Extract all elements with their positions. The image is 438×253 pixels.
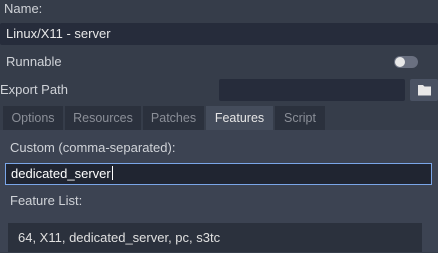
runnable-label: Runnable <box>6 54 62 69</box>
runnable-toggle[interactable] <box>394 56 418 68</box>
name-label: Name: <box>4 1 43 16</box>
tab-options[interactable]: Options <box>3 106 63 130</box>
export-path-label: Export Path <box>0 82 68 97</box>
custom-features-value: dedicated_server <box>11 166 111 181</box>
feature-list-label: Feature List: <box>10 193 83 208</box>
tab-resources[interactable]: Resources <box>65 106 141 130</box>
browse-button[interactable] <box>410 79 438 101</box>
tab-patches[interactable]: Patches <box>143 106 204 130</box>
tab-script[interactable]: Script <box>275 106 325 130</box>
folder-icon <box>418 85 431 96</box>
custom-features-label: Custom (comma-separated): <box>10 140 176 155</box>
name-field[interactable]: Linux/X11 - server <box>0 23 438 45</box>
feature-list-box: 64, X11, dedicated_server, pc, s3tc <box>8 223 422 252</box>
custom-features-input[interactable]: dedicated_server <box>5 163 432 185</box>
text-caret <box>111 166 113 180</box>
toggle-knob <box>395 57 405 67</box>
tab-features[interactable]: Features <box>206 106 273 130</box>
export-path-field[interactable] <box>219 79 405 101</box>
